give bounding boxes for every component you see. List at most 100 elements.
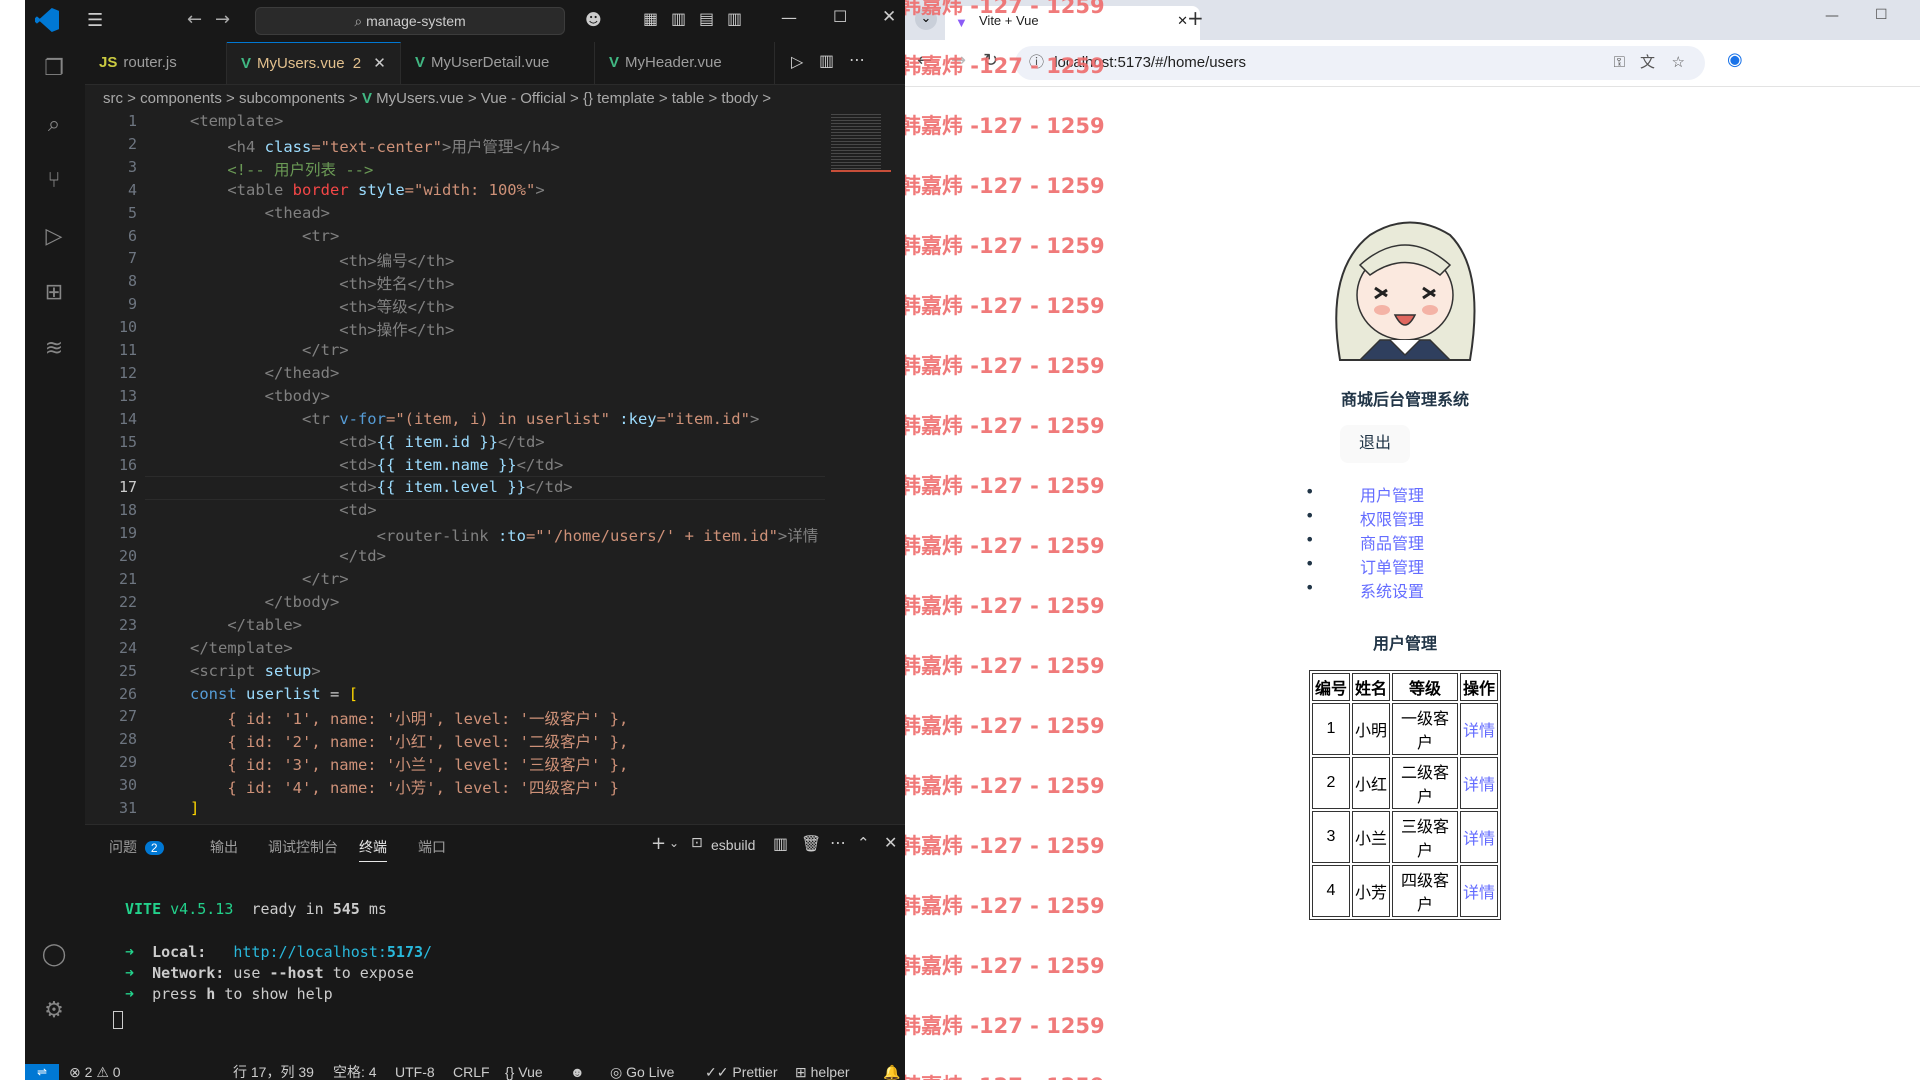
remote-icon[interactable]: ≋ — [39, 334, 69, 364]
breadcrumb-item[interactable]: {} template — [583, 90, 655, 107]
more-actions-icon[interactable]: ⋯ — [849, 50, 865, 69]
encoding-status[interactable]: UTF-8 — [395, 1064, 435, 1080]
account-icon[interactable]: ◯ — [39, 940, 69, 970]
trash-icon[interactable]: 🗑 — [801, 834, 821, 853]
tab-debug-console[interactable]: 调试控制台 — [268, 837, 338, 857]
terminal-line: ➜ press h to show help — [125, 985, 333, 1003]
code-line: </table> — [190, 615, 302, 634]
search-icon[interactable]: ⌕ — [39, 110, 69, 140]
detail-link[interactable]: 详情 — [1463, 723, 1495, 740]
toggle-secondary-icon[interactable]: ▥ — [727, 9, 742, 28]
vscode-logo-icon — [35, 8, 59, 32]
split-terminal-icon[interactable]: ▥ — [773, 834, 788, 853]
detail-link[interactable]: 详情 — [1463, 777, 1495, 794]
translate-icon[interactable]: 文 — [1640, 46, 1655, 80]
line-number: 13 — [118, 386, 137, 405]
eol-status[interactable]: CRLF — [453, 1064, 490, 1080]
extensions-icon[interactable]: ⊞ — [39, 278, 69, 308]
status-bar: ⇌ ⊗ 2 ⚠ 0 行 17，列 39 空格: 4 UTF-8 CRLF {} … — [25, 1064, 905, 1080]
braces-icon: {} — [505, 1064, 515, 1080]
nav-item-settings[interactable]: • 系统设置 — [1305, 578, 1505, 602]
search-icon: ⌕ — [354, 13, 363, 29]
forward-arrow-icon[interactable]: → — [215, 9, 230, 30]
maximize-panel-icon[interactable]: ⌃ — [857, 834, 870, 852]
minimap[interactable] — [825, 112, 905, 824]
detail-link[interactable]: 详情 — [1463, 831, 1495, 848]
indentation-status[interactable]: 空格: 4 — [333, 1064, 377, 1080]
toggle-sidebar-icon[interactable]: ▥ — [671, 9, 686, 28]
nav-item-permissions[interactable]: • 权限管理 — [1305, 506, 1505, 530]
url-input[interactable]: ⓘ localhost:5173/#/home/users ⚿ 文 ☆ — [1015, 46, 1705, 80]
breadcrumb-item[interactable]: subcomponents — [239, 90, 345, 107]
tab-problems[interactable]: 问题 2 — [109, 837, 164, 857]
new-terminal-icon[interactable]: + — [651, 833, 666, 854]
copilot-status-icon[interactable]: ☻ — [570, 1064, 585, 1080]
code-line: <td>{{ item.level }}</td> — [190, 478, 573, 497]
code-line: <router-link :to="'/home/users/' + item.… — [190, 527, 819, 546]
logout-button[interactable]: 退出 — [1340, 425, 1410, 463]
code-editor[interactable]: 1 2 3 4 5 6 7 8 9 10 11 12 13 14 15 16 17 18 19 20 21 22 23 24 2… — [85, 112, 845, 824]
tab-myheader-vue[interactable]: V MyHeader.vue — [595, 42, 775, 84]
detail-link[interactable]: 详情 — [1463, 885, 1495, 902]
run-debug-icon[interactable]: ▷ — [39, 222, 69, 252]
source-control-icon[interactable]: ⑂ — [39, 166, 69, 196]
terminal-line: ➜ Network: use --host to expose — [125, 964, 414, 982]
close-panel-icon[interactable]: ✕ — [884, 833, 897, 852]
col-header-action: 操作 — [1460, 673, 1499, 701]
explorer-icon[interactable]: ❐ — [39, 54, 69, 84]
watermark-text: 韩嘉炜 -127 - 1259 — [905, 114, 1105, 138]
breadcrumb-item[interactable]: Vue - Official — [481, 90, 566, 107]
bookmark-star-icon[interactable]: ☆ — [1672, 46, 1685, 80]
line-number: 19 — [118, 524, 137, 543]
password-key-icon[interactable]: ⚿ — [1614, 46, 1625, 80]
tab-ports[interactable]: 端口 — [418, 837, 446, 857]
breadcrumb-item[interactable]: components — [140, 90, 222, 107]
nav-item-orders[interactable]: • 订单管理 — [1305, 554, 1505, 578]
more-actions-icon[interactable]: ⋯ — [830, 833, 846, 852]
prettier-status[interactable]: ✓✓ Prettier — [705, 1064, 777, 1080]
layout-icon[interactable]: ▦ — [643, 9, 658, 28]
helper-status[interactable]: ⊞ helper — [795, 1064, 850, 1080]
problems-badge: 2 — [144, 841, 164, 855]
command-search-box[interactable]: ⌕ manage-system — [255, 7, 565, 35]
minimize-icon[interactable]: — — [781, 8, 797, 27]
remote-indicator[interactable]: ⇌ — [25, 1064, 59, 1080]
nav-item-products[interactable]: • 商品管理 — [1305, 530, 1505, 554]
profile-icon[interactable]: ◉ — [1727, 49, 1743, 70]
settings-gear-icon[interactable]: ⚙ — [39, 996, 69, 1026]
menu-icon[interactable]: ☰ — [87, 10, 103, 31]
minimize-icon[interactable]: — — [1825, 8, 1839, 24]
maximize-icon[interactable]: ☐ — [1875, 7, 1888, 23]
cell-name: 小红 — [1352, 757, 1391, 809]
split-editor-icon[interactable]: ▥ — [819, 51, 834, 70]
breadcrumb-item[interactable]: src — [103, 90, 123, 107]
toggle-panel-icon[interactable]: ▤ — [699, 9, 714, 28]
line-number: 2 — [127, 134, 137, 153]
maximize-icon[interactable]: ☐ — [833, 7, 847, 26]
run-icon[interactable]: ▷ — [791, 52, 803, 71]
tab-close-icon[interactable]: ✕ — [373, 55, 386, 72]
tab-myuserdetail-vue[interactable]: V MyUserDetail.vue — [401, 42, 595, 84]
copilot-icon[interactable]: ☻ — [585, 10, 602, 29]
line-number: 17 — [118, 478, 137, 497]
code-line: <td>{{ item.id }}</td> — [190, 432, 545, 451]
breadcrumb-item[interactable]: MyUsers.vue — [376, 90, 464, 107]
close-icon[interactable]: ✕ — [882, 7, 896, 27]
tab-router-js[interactable]: JS router.js — [85, 42, 227, 84]
tab-terminal[interactable]: 终端 — [359, 837, 387, 862]
cursor-position[interactable]: 行 17，列 39 — [233, 1064, 314, 1080]
tab-output[interactable]: 输出 — [210, 837, 238, 857]
tab-myusers-vue[interactable]: V MyUsers.vue 2 ✕ — [227, 42, 401, 84]
nav-item-users[interactable]: • 用户管理 — [1305, 482, 1505, 506]
notifications-icon[interactable]: 🔔 — [883, 1064, 900, 1080]
terminal-name[interactable]: esbuild — [711, 837, 755, 853]
breadcrumb-item[interactable]: tbody — [721, 90, 758, 107]
go-live-button[interactable]: ◎ Go Live — [610, 1064, 674, 1080]
language-status[interactable]: {} Vue — [505, 1064, 543, 1080]
chevron-down-icon[interactable]: ⌄ — [669, 836, 679, 850]
new-tab-icon[interactable]: + — [1187, 6, 1204, 30]
problems-status[interactable]: ⊗ 2 ⚠ 0 — [69, 1064, 121, 1080]
back-arrow-icon[interactable]: ← — [187, 9, 202, 30]
table-row: 1 小明 一级客户 详情 — [1312, 703, 1499, 755]
breadcrumb-item[interactable]: table — [672, 90, 705, 107]
